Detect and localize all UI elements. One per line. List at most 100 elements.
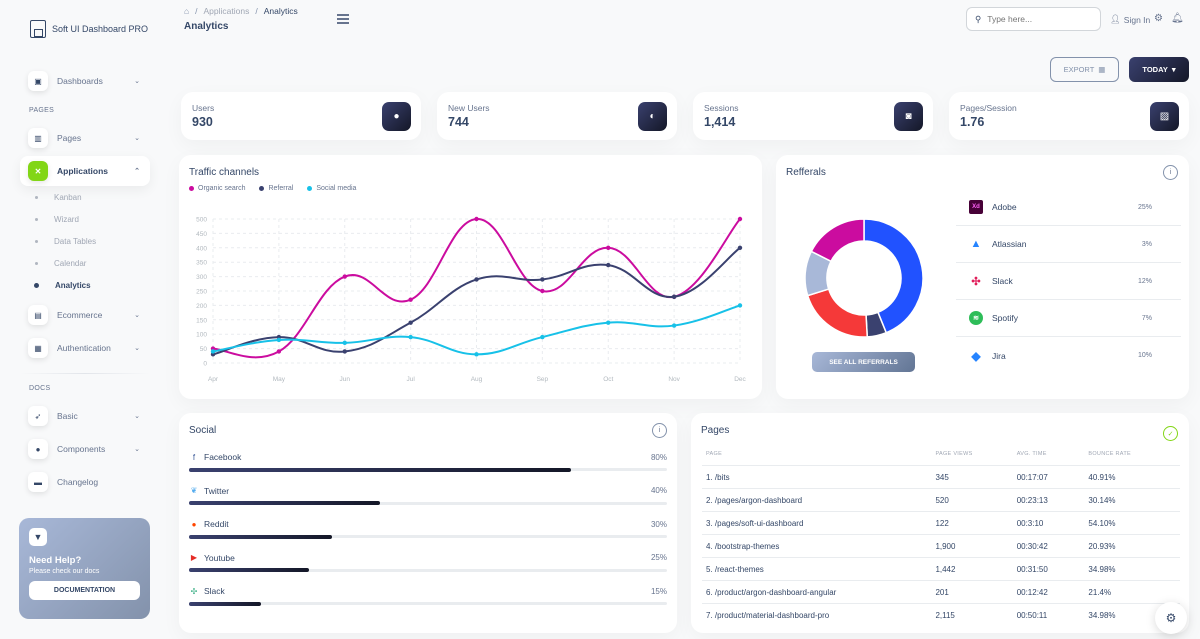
data-point[interactable] xyxy=(737,216,743,222)
data-point[interactable] xyxy=(737,245,743,250)
data-point[interactable] xyxy=(606,245,611,250)
sidebar-subitem-kanban[interactable]: Kanban xyxy=(35,193,82,202)
sidebar-item-dashboards[interactable]: ▣ Dashboards ⌄ xyxy=(20,66,150,96)
social-row-head: ❦ Twitter 40% xyxy=(189,486,667,496)
check-circle-icon[interactable]: ✓ xyxy=(1163,426,1178,441)
card-icon: ▬ xyxy=(28,472,48,492)
data-point[interactable] xyxy=(408,320,413,325)
sidebar-item-ecommerce[interactable]: ▤ Ecommerce ⌄ xyxy=(20,300,150,330)
settings-fab-gear-icon[interactable]: ⚙ xyxy=(1155,602,1187,634)
social-row-head: ✣ Slack 15% xyxy=(189,586,667,596)
sign-in-link[interactable]: 👤︎ Sign In xyxy=(1110,14,1150,25)
breadcrumb-applications[interactable]: Applications xyxy=(204,6,250,16)
sidebar-subitem-calendar[interactable]: Calendar xyxy=(35,259,86,268)
stat-card-sessions: Sessions 1,414 ◙ xyxy=(693,92,933,140)
table-cell: 00:50:11 xyxy=(1016,610,1048,620)
social-pct: 25% xyxy=(650,553,667,562)
export-button[interactable]: EXPORT ▦ xyxy=(1050,57,1119,82)
data-point[interactable] xyxy=(540,334,545,340)
social-row-head: f Facebook 80% xyxy=(189,452,667,462)
info-icon[interactable]: i xyxy=(1163,165,1178,180)
data-point[interactable] xyxy=(606,262,611,268)
data-point[interactable] xyxy=(474,277,479,282)
shop-icon: ▣ xyxy=(28,71,48,91)
data-point[interactable] xyxy=(540,288,545,294)
data-point[interactable] xyxy=(474,352,479,357)
table-row[interactable]: 3. /pages/soft-ui-dashboard 122 00:3:10 54.… xyxy=(702,511,1180,535)
sidebar-item-components[interactable]: ● Components ⌄ xyxy=(20,434,150,464)
sidebar-subitem-analytics[interactable]: Analytics xyxy=(34,281,91,290)
sidebar-item-applications[interactable]: ✕ Applications ⌃ xyxy=(20,156,150,186)
bell-icon[interactable]: 🔔︎ xyxy=(1171,13,1184,24)
sidebar-item-basic[interactable]: ➶ Basic ⌄ xyxy=(20,401,150,431)
data-point[interactable] xyxy=(408,297,413,302)
data-point[interactable] xyxy=(276,349,282,354)
bullet-icon xyxy=(35,196,38,199)
data-point[interactable] xyxy=(474,216,479,222)
stat-value: 744 xyxy=(448,115,469,129)
sidebar-item-authentication[interactable]: ▦ Authentication ⌄ xyxy=(20,333,150,363)
table-cell: 1,900 xyxy=(931,534,1013,558)
see-all-referrals-button[interactable]: SEE ALL REFERRALS xyxy=(812,352,915,372)
pages-title: Pages xyxy=(701,425,730,436)
table-row[interactable]: 2. /pages/argon-dashboard 520 00:23:13 30.1… xyxy=(702,488,1180,512)
data-point[interactable] xyxy=(210,349,216,354)
donut-slice-slack[interactable] xyxy=(806,288,869,338)
sidebar-item-pages[interactable]: ▥ Pages ⌄ xyxy=(20,123,150,153)
table-cell: 54.10% xyxy=(1084,511,1180,535)
x-tick-label: Jun xyxy=(340,376,351,383)
table-cell: 345 xyxy=(931,465,1013,489)
data-point[interactable] xyxy=(540,277,545,282)
data-point[interactable] xyxy=(342,340,347,346)
sidebar-subitem-wizard[interactable]: Wizard xyxy=(35,215,79,224)
table-row[interactable]: 1. /bits 345 00:17:07 40.91% xyxy=(702,465,1180,489)
sidebar-item-label: Dashboards xyxy=(57,76,103,86)
social-pct: 30% xyxy=(650,519,667,529)
document-icon: ▦ xyxy=(28,338,48,358)
section-label-pages: PAGES xyxy=(29,107,55,114)
hamburger-menu-icon[interactable] xyxy=(337,14,349,26)
data-point[interactable] xyxy=(671,323,677,328)
social-name: Twitter xyxy=(204,485,230,496)
home-icon[interactable]: ⌂ xyxy=(184,6,189,16)
sidebar-item-label: Ecommerce xyxy=(57,310,103,320)
chevron-down-icon: ⌄ xyxy=(134,312,140,319)
social-pct: 40% xyxy=(650,486,667,495)
table-row[interactable]: 6. /product/argon-dashboard-angular 201 00… xyxy=(702,580,1180,604)
column-header: BOUNCE RATE xyxy=(1084,447,1180,466)
today-dropdown-button[interactable]: TODAY ▾ xyxy=(1129,57,1189,82)
settings-icon[interactable]: ⚙ xyxy=(1154,13,1163,24)
table-row[interactable]: 7. /product/material-dashboard-pro 2,115 0… xyxy=(702,604,1180,627)
table-row[interactable]: 5. /react-themes 1,442 00:31:50 34.98% xyxy=(702,557,1180,581)
sidebar-item-changelog[interactable]: ▬ Changelog xyxy=(20,467,150,497)
chevron-down-icon: ⌄ xyxy=(134,446,140,453)
y-tick-label: 50 xyxy=(200,346,208,353)
export-label: EXPORT xyxy=(1063,65,1095,74)
data-point[interactable] xyxy=(737,303,743,308)
sidebar-item-label: Basic xyxy=(57,411,78,421)
subitem-label: Calendar xyxy=(54,259,87,268)
social-name: Reddit xyxy=(204,519,229,529)
data-point[interactable] xyxy=(606,320,611,325)
brand[interactable]: Soft UI Dashboard PRO xyxy=(30,20,148,38)
progress-track xyxy=(189,601,667,606)
breadcrumb-separator: / xyxy=(255,6,258,16)
data-point[interactable] xyxy=(342,274,347,279)
table-cell: 00:23:13 xyxy=(1012,488,1085,512)
data-point[interactable] xyxy=(342,349,347,354)
table-row[interactable]: 4. /bootstrap-themes 1,900 00:30:42 20.93% xyxy=(702,534,1180,558)
diamond-icon: ▼ xyxy=(29,528,47,546)
donut-slice-jira[interactable] xyxy=(810,218,865,263)
table-cell: 00:31:50 xyxy=(1012,557,1085,581)
info-icon[interactable]: i xyxy=(652,423,667,438)
documentation-button[interactable]: DOCUMENTATION xyxy=(29,581,140,600)
breadcrumb-separator: / xyxy=(195,6,198,16)
data-point[interactable] xyxy=(671,294,677,299)
sidebar-subitem-data-tables[interactable]: Data Tables xyxy=(35,237,96,246)
progress-fill xyxy=(189,601,261,606)
referrals-donut-chart xyxy=(804,218,924,338)
search-input[interactable] xyxy=(987,14,1078,24)
data-point[interactable] xyxy=(276,337,282,343)
social-title: Social xyxy=(189,425,217,436)
data-point[interactable] xyxy=(408,334,413,340)
